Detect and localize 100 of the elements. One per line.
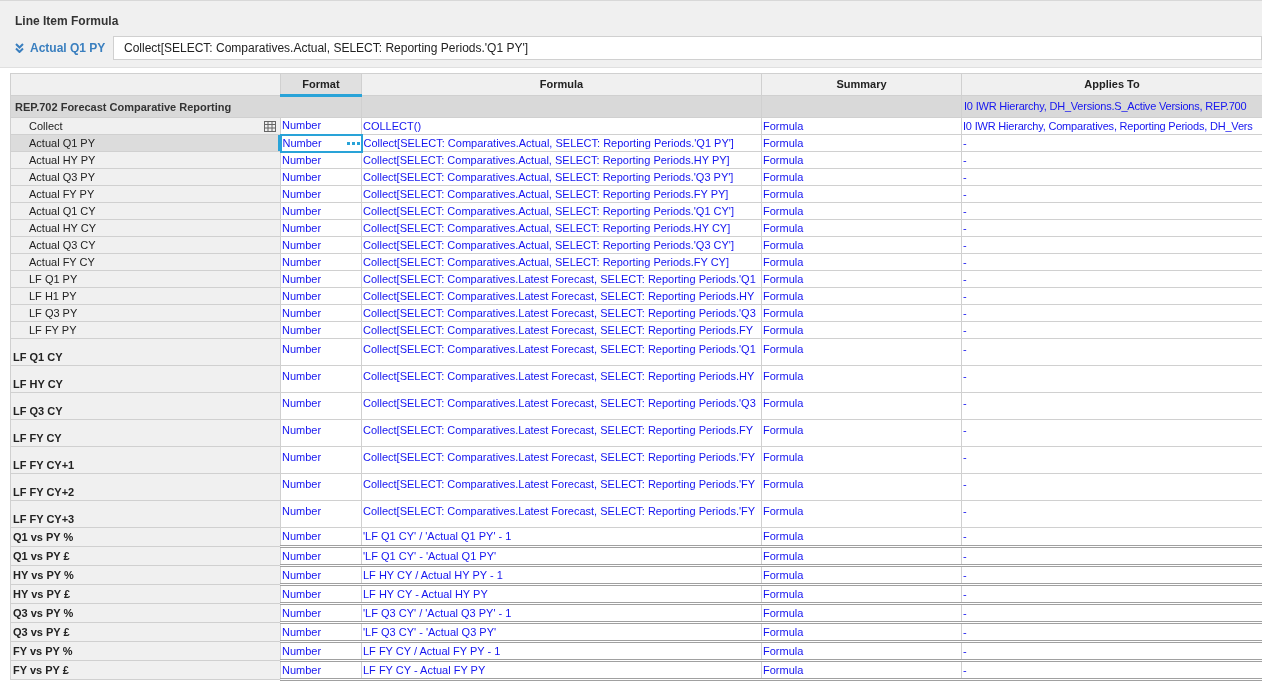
table-cell: Collect[SELECT: Comparatives.Actual, SELECT: Reporting Periods.HY CY] (361, 219, 762, 237)
table-cell: Collect[SELECT: Comparatives.Actual, SELECT: Reporting Periods.'Q1 CY'] (361, 202, 762, 220)
table-cell: LF FY CY / Actual FY PY - 1 (361, 641, 762, 661)
row-header[interactable]: LF FY CY+1 (10, 446, 281, 474)
table-cell: Collect[SELECT: Comparatives.Actual, SELECT: Reporting Periods.FY CY] (361, 253, 762, 271)
table-cell: Formula (761, 473, 962, 501)
table-cell: 'LF Q1 CY' / 'Actual Q1 PY' - 1 (361, 527, 762, 547)
table-cell: Formula (761, 603, 962, 623)
table-cell: Formula (761, 546, 962, 566)
table-cell: Number (280, 546, 362, 566)
table-cell: Number (280, 117, 362, 135)
table-cell: 'LF Q3 CY' - 'Actual Q3 PY' (361, 622, 762, 642)
row-header[interactable]: LF FY CY (10, 419, 281, 447)
column-header[interactable]: Format (280, 73, 362, 96)
table-cell: Formula (761, 365, 962, 393)
table-cell: Collect[SELECT: Comparatives.Latest Forecast, SELECT: Reporting Periods.'FY (361, 500, 762, 528)
table-cell: Collect[SELECT: Comparatives.Latest Forecast, SELECT: Reporting Periods.'FY (361, 473, 762, 501)
table-cell: Number (280, 527, 362, 547)
table-cell: Number (280, 419, 362, 447)
table-cell: Formula (761, 446, 962, 474)
table-cell: Number (280, 446, 362, 474)
table-cell: Formula (761, 202, 962, 220)
table-cell: Formula (761, 338, 962, 366)
table-cell: Number (280, 392, 362, 420)
row-header[interactable]: LF Q1 CY (10, 338, 281, 366)
table-cell: Formula (761, 500, 962, 528)
table-cell: Formula (761, 151, 962, 169)
table-cell: 'LF Q1 CY' - 'Actual Q1 PY' (361, 546, 762, 566)
grid-icon[interactable] (264, 120, 276, 132)
table-cell: COLLECT() (361, 117, 762, 135)
table-cell: Number (280, 304, 362, 322)
table-cell: Formula (761, 392, 962, 420)
more-icon[interactable] (346, 141, 360, 145)
column-header[interactable]: Formula (361, 73, 762, 96)
row-header[interactable]: LF HY CY (10, 365, 281, 393)
table-cell: Collect[SELECT: Comparatives.Latest Forecast, SELECT: Reporting Periods.'FY (361, 446, 762, 474)
table-cell: Collect[SELECT: Comparatives.Actual, SELECT: Reporting Periods.HY PY] (361, 151, 762, 169)
table-cell: Collect[SELECT: Comparatives.Latest Forecast, SELECT: Reporting Periods.FY (361, 419, 762, 447)
table-cell: Number (280, 641, 362, 661)
table-cell: Number (280, 500, 362, 528)
group-row-header: REP.702 Forecast Comparative Reporting (10, 95, 362, 118)
table-cell: Number (280, 338, 362, 366)
column-header[interactable]: Summary (761, 73, 962, 96)
table-cell: Collect[SELECT: Comparatives.Actual, SELECT: Reporting Periods.FY PY] (361, 185, 762, 203)
table-cell: Formula (761, 660, 962, 680)
table-cell: Number (280, 168, 362, 186)
table-cell: Collect[SELECT: Comparatives.Latest Forecast, SELECT: Reporting Periods.'Q3 (361, 304, 762, 322)
table-cell: LF FY CY - Actual FY PY (361, 660, 762, 680)
table-cell: Formula (761, 527, 962, 547)
table-cell: Formula (761, 117, 962, 135)
table-cell: Formula (761, 168, 962, 186)
table-cell: Number (280, 584, 362, 604)
table-cell: Number (280, 185, 362, 203)
table-cell: Formula (761, 641, 962, 661)
table-cell: Formula (761, 622, 962, 642)
table-cell: Formula (761, 185, 962, 203)
table-cell: Formula (761, 236, 962, 254)
table-cell: LF HY CY - Actual HY PY (361, 584, 762, 604)
row-header[interactable]: LF Q3 CY (10, 392, 281, 420)
table-cell: Formula (761, 287, 962, 305)
table-cell: Formula (761, 321, 962, 339)
line-item-name: Actual Q1 PY (30, 40, 107, 57)
table-cell: Formula (761, 253, 962, 271)
table-cell: Number (280, 365, 362, 393)
table-cell: Number (280, 473, 362, 501)
double-chevron-down-icon[interactable] (15, 43, 24, 53)
table-cell: - (961, 527, 1262, 547)
table-cell: Formula (761, 419, 962, 447)
table-cell: Number (280, 603, 362, 623)
panel-title: Line Item Formula (15, 13, 120, 29)
table-cell: Collect[SELECT: Comparatives.Latest Forecast, SELECT: Reporting Periods.HY (361, 287, 762, 305)
column-header[interactable]: Applies To (961, 73, 1262, 96)
table-cell: Number (280, 219, 362, 237)
table-cell: Collect[SELECT: Comparatives.Latest Forecast, SELECT: Reporting Periods.'Q1 (361, 270, 762, 288)
table-cell: Number (280, 253, 362, 271)
table-cell: Formula (761, 270, 962, 288)
table-cell: Number (282, 136, 322, 150)
table-cell: Formula (761, 584, 962, 604)
row-header[interactable]: Collect (29, 119, 63, 133)
table-cell: Collect[SELECT: Comparatives.Latest Forecast, SELECT: Reporting Periods.HY (361, 365, 762, 393)
table-cell: Number (280, 622, 362, 642)
table-cell: 'LF Q3 CY' / 'Actual Q3 PY' - 1 (361, 603, 762, 623)
table-cell: Number (280, 660, 362, 680)
table-cell: Collect[SELECT: Comparatives.Actual, SELECT: Reporting Periods.'Q1 PY'] (361, 134, 762, 152)
row-header[interactable]: LF FY CY+2 (10, 473, 281, 501)
table-cell: Formula (761, 219, 962, 237)
table-cell: Collect[SELECT: Comparatives.Actual, SELECT: Reporting Periods.'Q3 CY'] (361, 236, 762, 254)
table-cell: Number (280, 287, 362, 305)
table-cell: Formula (761, 565, 962, 585)
table-cell: Collect[SELECT: Comparatives.Latest Forecast, SELECT: Reporting Periods.'Q1 (361, 338, 762, 366)
table-cell: Number (280, 565, 362, 585)
row-header[interactable]: LF FY CY+3 (10, 500, 281, 528)
table-cell: Formula (761, 134, 962, 152)
table-cell: Formula (761, 304, 962, 322)
table-cell: Collect[SELECT: Comparatives.Latest Forecast, SELECT: Reporting Periods.FY (361, 321, 762, 339)
table-cell: Collect[SELECT: Comparatives.Latest Forecast, SELECT: Reporting Periods.'Q3 (361, 392, 762, 420)
table-cell: Number (280, 321, 362, 339)
table-cell: Number (280, 202, 362, 220)
table-cell: Number (280, 236, 362, 254)
formula-field[interactable]: Collect[SELECT: Comparatives.Actual, SELECT: Reporting Periods.'Q1 PY'] (113, 36, 1262, 60)
